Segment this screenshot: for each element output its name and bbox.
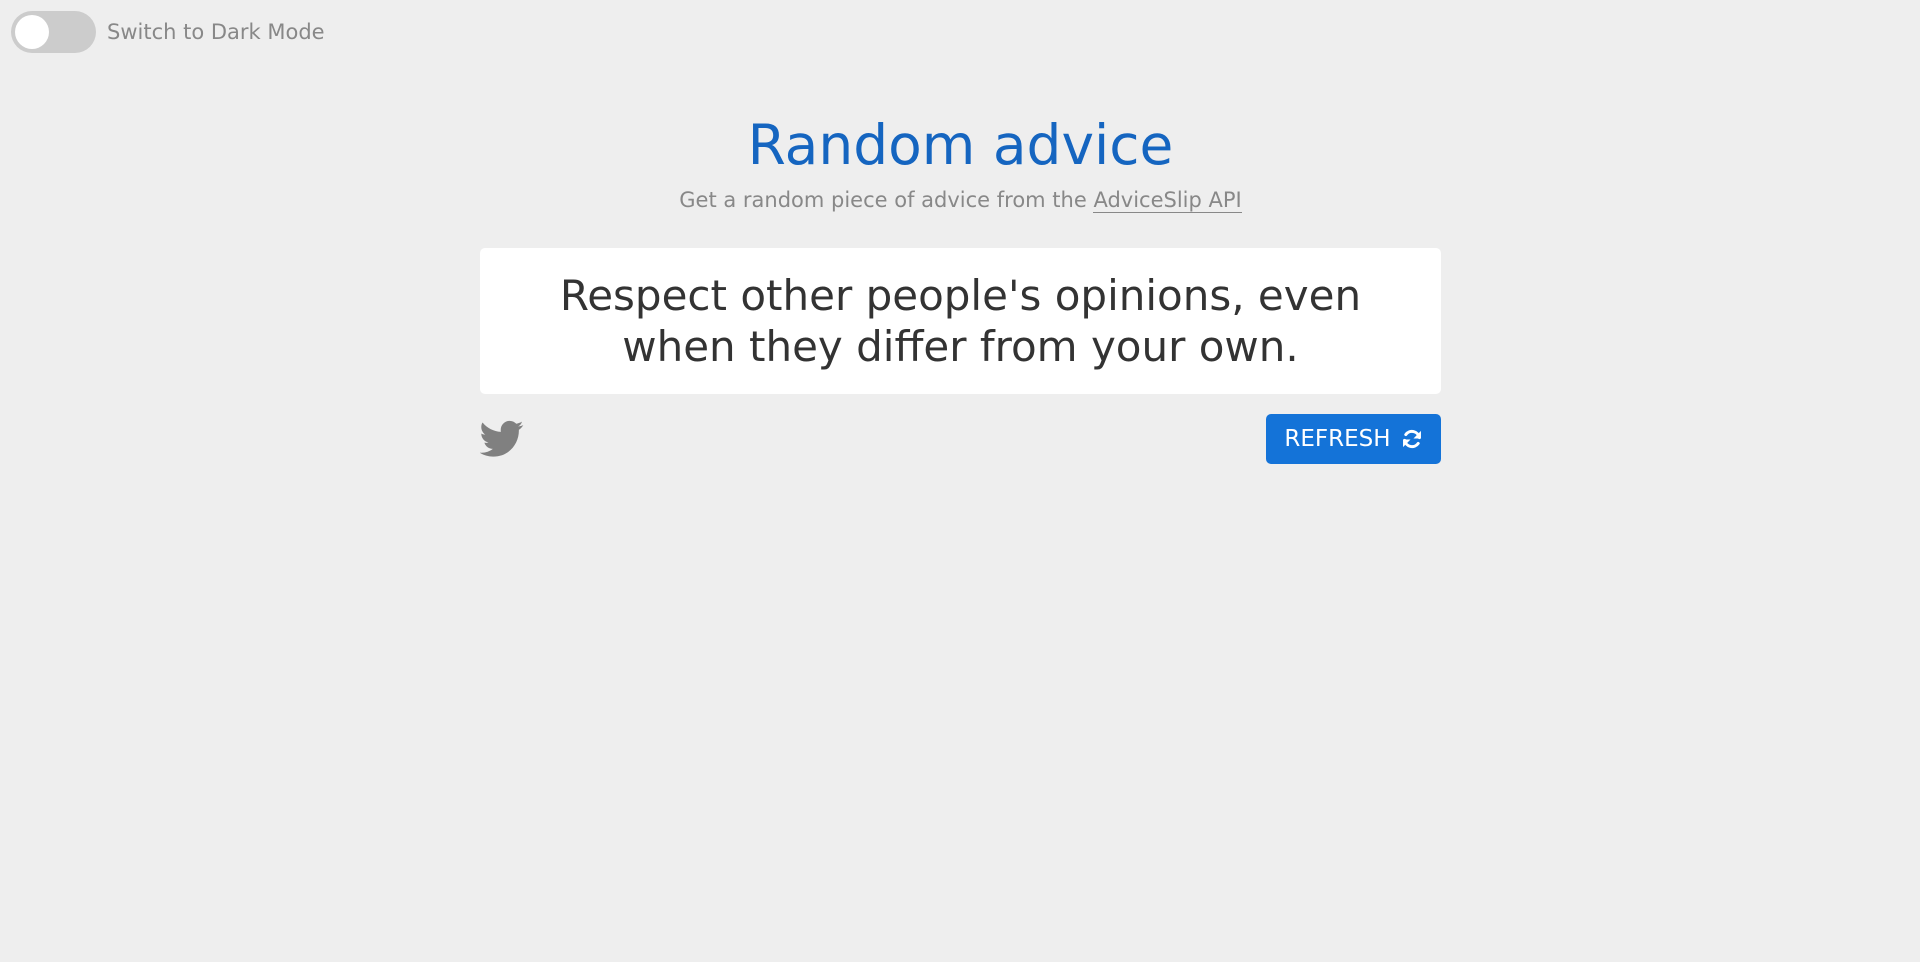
advice-card: Respect other people's opinions, even wh… [480,248,1441,394]
adviceslip-api-link[interactable]: AdviceSlip API [1093,188,1242,213]
page: Switch to Dark Mode Random advice Get a … [0,0,1920,962]
refresh-button[interactable]: REFRESH [1266,414,1441,464]
toggle-label: Switch to Dark Mode [107,20,325,44]
toggle-knob [15,15,49,49]
tweet-button[interactable] [479,420,524,458]
subtitle-text: Get a random piece of advice from the [679,188,1094,212]
page-subtitle: Get a random piece of advice from the Ad… [480,185,1441,215]
page-title: Random advice [747,113,1174,177]
twitter-icon [479,420,524,457]
toggle-switch[interactable] [11,11,96,53]
refresh-label: REFRESH [1284,426,1391,452]
dark-mode-toggle[interactable]: Switch to Dark Mode [11,11,325,53]
advice-text: Respect other people's opinions, even wh… [559,271,1362,371]
refresh-icon [1402,429,1421,449]
